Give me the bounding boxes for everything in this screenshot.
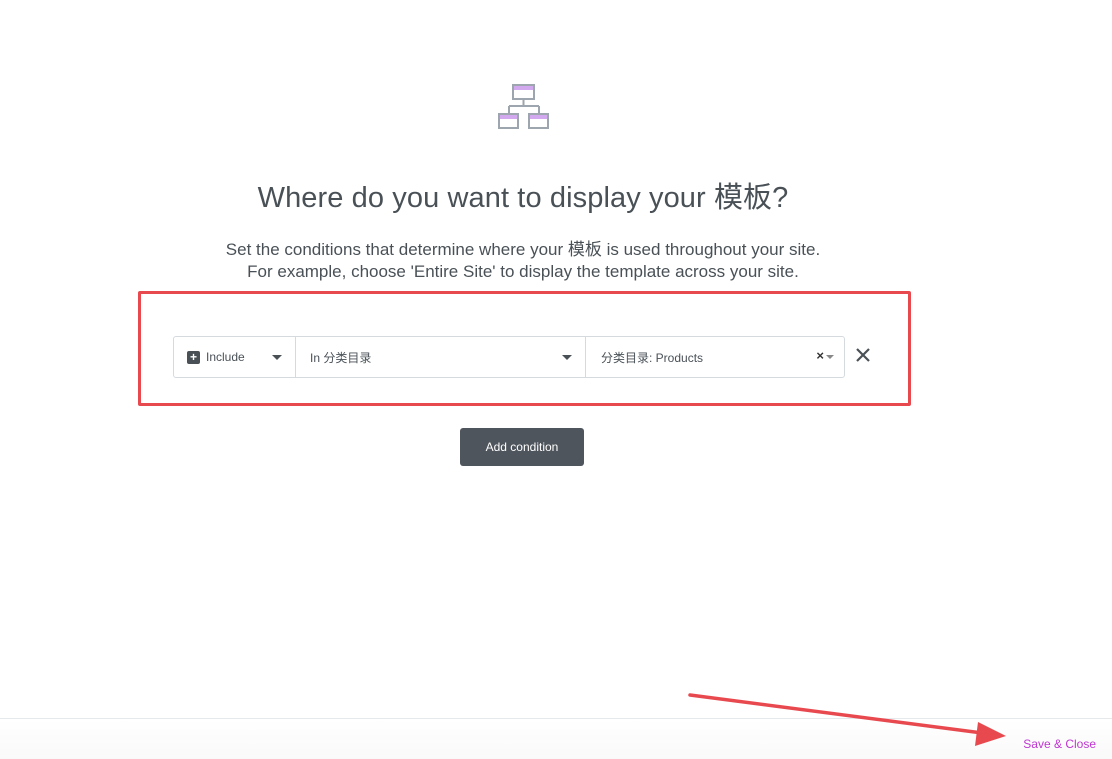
clear-x-icon[interactable]: ×	[816, 348, 824, 363]
site-structure-icon	[498, 84, 549, 129]
condition-type-value: Include	[206, 350, 245, 364]
save-close-button[interactable]: Save & Close	[1023, 737, 1096, 751]
description-line-2: For example, choose 'Entire Site' to dis…	[247, 262, 799, 281]
condition-type-select[interactable]: + Include	[174, 337, 296, 377]
condition-name-select[interactable]: In 分类目录	[296, 337, 586, 377]
condition-sub-select[interactable]: 分类目录: Products ×	[586, 337, 844, 377]
conditions-page: Where do you want to display your 模板? Se…	[0, 0, 1112, 759]
condition-name-value: In 分类目录	[310, 350, 372, 365]
condition-row: + Include In 分类目录 分类目录: Products ×	[173, 336, 845, 378]
plus-square-icon: +	[187, 350, 200, 364]
chevron-down-icon	[272, 355, 282, 360]
description-line-1: Set the conditions that determine where …	[225, 240, 821, 259]
chevron-down-icon	[826, 355, 834, 359]
add-condition-button[interactable]: Add condition	[460, 428, 584, 466]
page-title: Where do you want to display your 模板?	[257, 182, 789, 214]
close-icon[interactable]	[853, 345, 873, 365]
condition-sub-value: 分类目录: Products	[601, 350, 704, 365]
footer-bar: Save & Close	[0, 718, 1112, 759]
chevron-down-icon	[562, 355, 572, 360]
